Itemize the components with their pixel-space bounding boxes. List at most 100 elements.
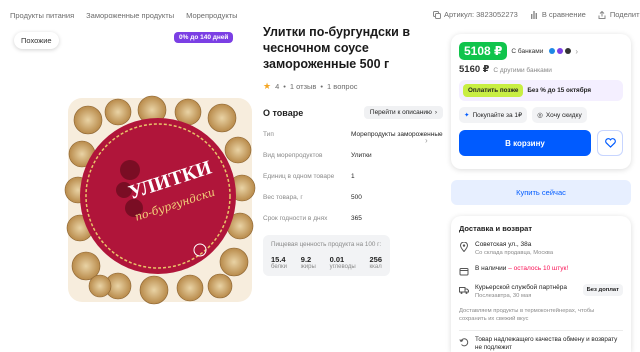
quality-text: Товар надлежащего качества обмену и возв…: [475, 336, 618, 351]
top-actions: Артикул: 3823052273 В сравнение Поделить…: [432, 10, 640, 19]
spec-value: Улитки: [351, 152, 372, 159]
stock-prefix: В наличии: [475, 265, 507, 272]
nutrition-value: 0.01: [329, 255, 345, 264]
spec-key: Срок годности в днях: [263, 215, 328, 222]
bank-price: 5108 ₽: [459, 42, 508, 60]
questions-link[interactable]: 1 вопрос: [327, 82, 357, 91]
rating-value: 4: [275, 82, 280, 91]
compare-icon: [530, 10, 539, 19]
spec-row: Вес товара, г 500: [263, 193, 443, 202]
price-card: 5108 ₽ С банками › 5160 ₽ С другими банк…: [451, 34, 631, 169]
divider: [459, 330, 623, 331]
stock-row: В наличии – осталось 10 штук!: [459, 265, 623, 276]
nutrition-card: Пищевая ценность продукта на 100 г: 15.4…: [263, 235, 390, 276]
nutrition-label: белки: [271, 264, 287, 270]
courier-sub: Послезавтра, 30 мая: [475, 293, 532, 299]
courier-row: Курьерской службой партнёра Послезавтра,…: [459, 284, 623, 300]
bank-price-label: С банками: [511, 47, 544, 55]
address-main: Советская ул., 38а: [475, 241, 532, 248]
delivery-address-row[interactable]: Советская ул., 38а Со склада продавца, М…: [459, 241, 623, 257]
dot-separator: •: [283, 82, 286, 91]
return-icon: [459, 338, 469, 347]
spec-row: Вид морепродуктов Улитки: [263, 151, 443, 160]
add-to-cart-button[interactable]: В корзину: [459, 130, 591, 156]
goto-description-button[interactable]: Перейти к описанию ›: [363, 106, 443, 119]
spec-value: Морепродукты замороженные: [351, 131, 443, 138]
heart-icon: [604, 138, 616, 148]
buy-for-one-label: Покупайте за 1₽: [472, 112, 523, 119]
box-icon: [459, 268, 469, 276]
product-info: Улитки по-бургундски в чесночном соусе з…: [263, 24, 443, 276]
rating-row[interactable]: ★ 4 • 1 отзыв • 1 вопрос: [263, 81, 443, 92]
compare-label: В сравнение: [541, 10, 586, 19]
bank-logo-icon: [565, 48, 572, 54]
copy-icon: [432, 10, 441, 19]
favorite-button[interactable]: [597, 130, 623, 156]
chevron-right-icon: ›: [434, 109, 437, 116]
about-header: О товаре Перейти к описанию ›: [263, 106, 443, 119]
delivery-title: Доставка и возврат: [459, 224, 533, 233]
bank-price-row[interactable]: 5108 ₽ С банками ›: [459, 42, 623, 60]
goto-description-label: Перейти к описанию: [369, 109, 432, 116]
truck-icon: [459, 287, 469, 294]
nutrition-label: жиры: [300, 264, 316, 270]
address-sub: Со склада продавца, Москва: [475, 250, 554, 256]
nutrition-value: 9.2: [300, 255, 312, 264]
nutrition-title: Пищевая ценность продукта на 100 г:: [271, 241, 382, 248]
nutrition-value: 15.4: [271, 255, 286, 264]
buy-for-one-button[interactable]: ✦ Покупайте за 1₽: [459, 107, 528, 123]
breadcrumb-item[interactable]: Продукты питания: [10, 11, 74, 20]
nutrition-item: 15.4 белки: [271, 255, 287, 270]
pay-later-button[interactable]: Оплатить позже: [463, 84, 524, 97]
spec-value: 365: [351, 215, 362, 222]
share-label: Поделиться: [609, 10, 640, 19]
similar-button[interactable]: Похожие: [14, 32, 59, 49]
specs-list: Тип Морепродукты замороженные Вид морепр…: [263, 130, 443, 223]
nutrition-value: 256: [369, 255, 382, 264]
stock-warning: – осталось 10 штук!: [508, 265, 569, 272]
other-price-row: 5160 ₽ С другими банками: [459, 64, 623, 75]
spec-key: Единиц в одном товаре: [263, 173, 335, 180]
spec-key: Вес товара, г: [263, 194, 303, 201]
spec-key: Тип: [263, 131, 274, 138]
nutrition-label: углеводы: [329, 264, 356, 270]
pay-later-text: Без % до 15 октября: [527, 87, 592, 94]
nutrition-item: 9.2 жиры: [301, 255, 316, 270]
share-button[interactable]: Поделиться: [598, 10, 640, 19]
product-gallery[interactable]: Похожие 0% до 140 дней УЛИТКИ по-бургунд…: [10, 28, 256, 344]
cart-row: В корзину: [459, 130, 623, 156]
product-title: Улитки по-бургундски в чесночном соусе з…: [263, 25, 411, 71]
breadcrumb-item[interactable]: Морепродукты: [186, 11, 237, 20]
breadcrumb-item[interactable]: Замороженные продукты: [86, 11, 174, 20]
location-pin-icon: [459, 242, 469, 252]
other-price-label: С другими банками: [493, 67, 552, 74]
nutrition-item: 256 ккал: [369, 255, 382, 270]
spec-value: 500: [351, 194, 362, 201]
reviews-link[interactable]: 1 отзыв: [290, 82, 317, 91]
buy-now-button[interactable]: Купить сейчас: [451, 180, 631, 205]
bank-logo-icon: [549, 48, 556, 54]
offer-pills: ✦ Покупайте за 1₽ ◎ Хочу скидку: [459, 107, 623, 123]
article-label: Артикул: 3823052273: [444, 10, 518, 19]
chevron-right-icon: ›: [575, 46, 579, 56]
other-price: 5160 ₽: [459, 64, 490, 75]
quality-row: Товар надлежащего качества обмену и возв…: [459, 336, 623, 352]
article-copy[interactable]: Артикул: 3823052273: [432, 10, 518, 19]
want-discount-label: Хочу скидку: [545, 111, 582, 119]
bank-logos: [549, 48, 572, 54]
chevron-right-icon[interactable]: ›: [425, 136, 428, 145]
spec-row: Тип Морепродукты замороженные: [263, 130, 443, 139]
dot-separator: •: [320, 82, 324, 91]
about-title: О товаре: [263, 107, 304, 118]
nutrition-item: 0.01 углеводы: [330, 255, 356, 270]
promo-badge: 0% до 140 дней: [174, 32, 234, 43]
delivery-note: Доставляем продукты в термоконтейнерах, …: [459, 308, 595, 322]
sparkle-icon: ✦: [464, 112, 470, 119]
pay-later-banner[interactable]: Оплатить позже Без % до 15 октября: [459, 80, 623, 101]
want-discount-button[interactable]: ◎ Хочу скидку: [532, 107, 587, 123]
nutrition-grid: 15.4 белки 9.2 жиры 0.01 углеводы 256 кк…: [271, 255, 382, 270]
star-icon: ★: [263, 81, 272, 91]
spec-row: Единиц в одном товаре 1: [263, 172, 443, 181]
breadcrumb: Продукты питания Замороженные продукты М…: [10, 11, 238, 20]
compare-button[interactable]: В сравнение: [530, 10, 586, 19]
